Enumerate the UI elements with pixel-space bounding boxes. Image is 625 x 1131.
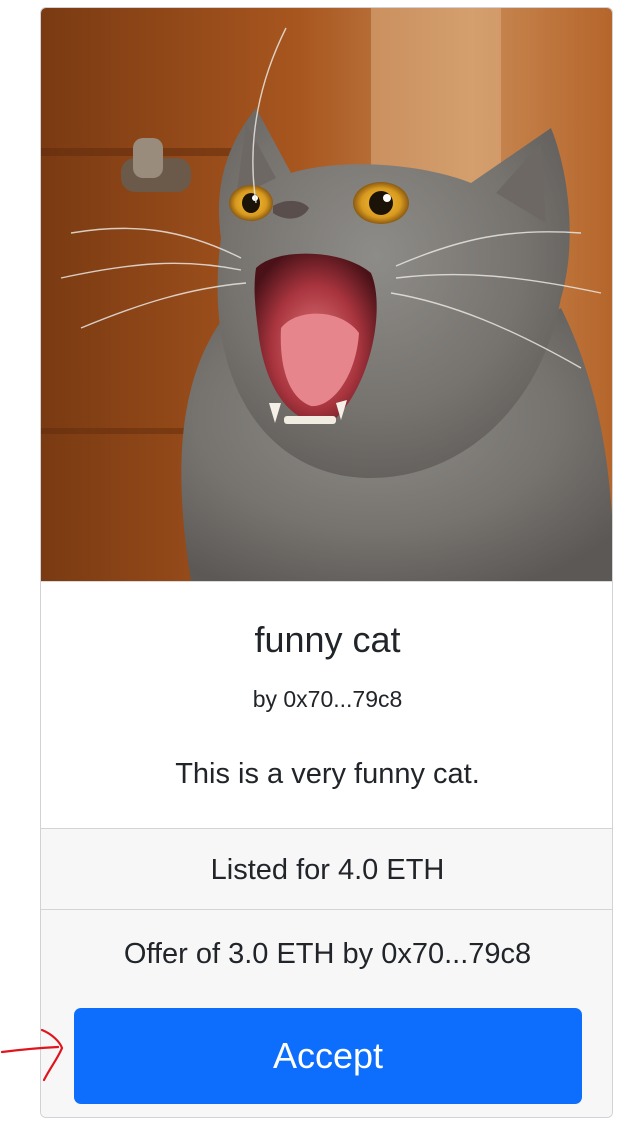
nft-description: This is a very funny cat.	[175, 758, 480, 790]
page: funny cat by 0x70...79c8 This is a very …	[0, 0, 625, 1131]
hand-drawn-arrow-icon	[0, 1028, 64, 1082]
nft-listing-card: funny cat by 0x70...79c8 This is a very …	[40, 7, 613, 1118]
nft-image	[41, 8, 612, 582]
listed-price: Listed for 4.0 ETH	[41, 828, 612, 910]
nft-title: funny cat	[254, 619, 401, 660]
offer-section: Offer of 3.0 ETH by 0x70...79c8 Accept	[41, 910, 612, 1117]
nft-author: by 0x70...79c8	[252, 686, 403, 712]
accept-button[interactable]: Accept	[74, 1008, 582, 1104]
card-body: funny cat by 0x70...79c8 This is a very …	[41, 582, 612, 828]
offer-text: Offer of 3.0 ETH by 0x70...79c8	[123, 938, 532, 970]
